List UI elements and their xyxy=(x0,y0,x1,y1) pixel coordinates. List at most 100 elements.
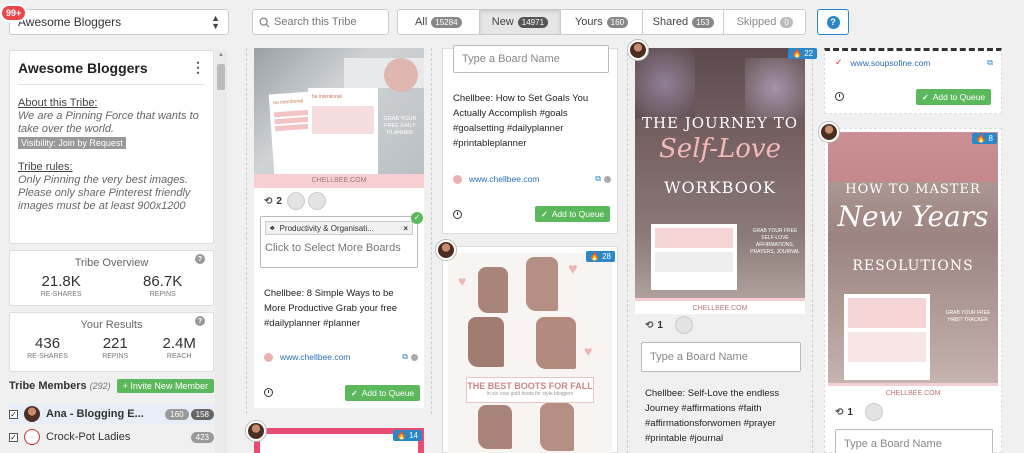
tab-yours[interactable]: Yours 160 xyxy=(561,10,643,34)
info-icon[interactable] xyxy=(604,175,611,183)
board-name-input[interactable]: Type a Board Name xyxy=(835,429,993,453)
pin-card: Type a Board Name Chellbee: How to Set G… xyxy=(442,45,618,234)
tribe-select[interactable]: Awesome Bloggers ▲ ▼ xyxy=(9,9,229,35)
favicon-icon xyxy=(453,174,462,184)
rules-text: Only Pinning the very best images. Pleas… xyxy=(18,174,191,212)
repin-count-badge: 🔥 22 xyxy=(788,48,818,59)
board-selector[interactable]: ♣ Productivity & Organisati... × Click t… xyxy=(260,216,418,268)
source-link[interactable]: www.soupsofine.com xyxy=(851,58,931,68)
favicon-icon: ✓ xyxy=(835,57,843,67)
results-repins: 221 xyxy=(102,335,128,352)
board-icon: ♣ xyxy=(270,224,275,232)
tab-new[interactable]: New 14971 xyxy=(479,10,562,34)
kebab-menu-icon[interactable]: ⋮ xyxy=(191,59,205,76)
pin-image[interactable]: be intentional be intentional GRAB YOUR … xyxy=(254,48,424,188)
tribe-select-value: Awesome Bloggers xyxy=(18,15,122,29)
search-box[interactable] xyxy=(252,9,389,35)
repin-icon: ⟲ xyxy=(835,406,844,418)
pin-image[interactable]: ♥ ♥ ♥ THE BEST BOOTS FOR FALL in six ros… xyxy=(448,253,612,453)
source-link[interactable]: www.chellbee.com xyxy=(280,352,350,362)
tab-all[interactable]: All 15284 xyxy=(398,10,480,34)
avatar xyxy=(24,429,40,445)
member-count-badge: 160 xyxy=(165,408,189,420)
repin-icon: ⟲ xyxy=(264,195,273,207)
pin-image[interactable]: THE JOURNEY TO Self-Love WORKBOOK GRAB Y… xyxy=(635,48,805,314)
board-name-input[interactable]: Type a Board Name xyxy=(453,45,609,73)
filter-tabs: All 15284 New 14971 Yours 160 Shared 153 Ski… xyxy=(397,9,806,35)
pin-card: ✓ www.soupsofine.com ⧉ ✓ Add to Queue xyxy=(824,48,1002,114)
info-icon[interactable] xyxy=(411,353,418,361)
pin-card: be intentional be intentional GRAB YOUR … xyxy=(254,48,424,408)
source-link[interactable]: www.chellbee.com xyxy=(469,174,539,184)
avatar[interactable] xyxy=(246,421,266,441)
avatar xyxy=(24,406,40,422)
results-reach: 2.4M xyxy=(162,335,196,352)
add-to-queue-button[interactable]: ✓ Add to Queue xyxy=(916,89,992,105)
overview-repins: 86.7K xyxy=(143,273,183,290)
repin-stats: ⟲ 1 xyxy=(835,403,883,421)
visibility-badge: Visibility: Join by Request xyxy=(18,137,126,149)
scrollbar-thumb[interactable] xyxy=(217,64,225,90)
results-reshares: 436 xyxy=(35,335,61,352)
avatar[interactable] xyxy=(864,403,883,421)
repin-count-badge: 🔥 8 xyxy=(972,133,997,144)
schedule-icon[interactable] xyxy=(453,210,462,219)
add-to-queue-button[interactable]: ✓ Add to Queue xyxy=(535,206,611,222)
remove-tag-icon[interactable]: × xyxy=(403,224,408,233)
selected-check-icon: ✓ xyxy=(411,212,423,224)
scroll-up-icon[interactable]: ▲ xyxy=(218,52,224,58)
about-text: We are a Pinning Force that wants to tak… xyxy=(18,110,199,135)
member-row[interactable]: ✓ Crock-Pot Ladies 423 xyxy=(9,427,214,447)
pin-image[interactable]: HOW TO MASTER New Years RESOLUTIONS GRAB… xyxy=(828,132,998,398)
member-row[interactable]: ✓ Ana - Blogging E... 160 158 xyxy=(9,404,214,424)
overview-title: Tribe Overview xyxy=(74,257,149,269)
pin-description: Chellbee: Self-Love the endless Journey … xyxy=(645,388,780,444)
repin-icon: ⟲ xyxy=(645,319,654,331)
avatar[interactable] xyxy=(628,40,648,60)
board-tag[interactable]: ♣ Productivity & Organisati... × xyxy=(265,221,413,235)
avatar[interactable] xyxy=(819,122,839,142)
pin-description: Chellbee: 8 Simple Ways to be More Produ… xyxy=(264,288,398,329)
pin-source: www.chellbee.com ⧉ xyxy=(453,174,611,184)
member-checkbox[interactable]: ✓ xyxy=(9,409,18,419)
external-link-icon[interactable]: ⧉ xyxy=(987,58,993,68)
member-checkbox[interactable]: ✓ xyxy=(9,432,18,442)
external-link-icon[interactable]: ⧉ xyxy=(402,352,408,362)
avatar[interactable] xyxy=(436,240,456,260)
help-icon[interactable]: ? xyxy=(195,254,205,264)
about-title: Awesome Bloggers ⋮ xyxy=(18,59,205,85)
tab-skipped[interactable]: Skipped 0 xyxy=(724,10,805,34)
avatar[interactable] xyxy=(286,192,305,210)
members-count: (292) xyxy=(89,381,111,391)
invite-member-button[interactable]: + Invite New Member xyxy=(116,379,214,393)
repin-count-badge: 🔥 28 xyxy=(585,251,615,262)
tab-shared[interactable]: Shared 153 xyxy=(643,10,725,34)
member-count-badge: 423 xyxy=(190,431,214,443)
pin-source: ✓ www.soupsofine.com ⧉ xyxy=(835,57,993,68)
schedule-icon[interactable] xyxy=(835,92,844,101)
question-icon: ? xyxy=(826,15,840,29)
repin-count-badge: 🔥 14 xyxy=(392,430,422,441)
schedule-icon[interactable] xyxy=(264,388,273,397)
search-icon xyxy=(259,16,270,28)
tribe-overview-panel: ? Tribe Overview 21.8K RE-SHARES 86.7K REP… xyxy=(9,250,214,306)
help-icon[interactable]: ? xyxy=(195,316,205,326)
pin-card: 🔥 14 xyxy=(254,428,424,453)
avatar[interactable] xyxy=(307,192,326,210)
board-name-input[interactable]: Type a Board Name xyxy=(641,342,801,372)
external-link-icon[interactable]: ⧉ xyxy=(595,174,601,184)
favicon-icon xyxy=(264,352,273,362)
overview-reshares: 21.8K xyxy=(41,273,81,290)
pin-card: HOW TO MASTER New Years RESOLUTIONS GRAB… xyxy=(824,128,1002,453)
pin-description: Chellbee: How to Set Goals You Actually … xyxy=(453,93,589,149)
results-title: Your Results xyxy=(80,319,143,331)
pin-card: THE JOURNEY TO Self-Love WORKBOOK GRAB Y… xyxy=(635,48,805,453)
rules-heading: Tribe rules: xyxy=(18,161,73,173)
help-button[interactable]: ? xyxy=(817,9,849,35)
select-arrows-icon: ▲ ▼ xyxy=(211,13,220,31)
avatar[interactable] xyxy=(674,316,693,334)
notification-badge[interactable]: 99+ xyxy=(0,4,28,22)
members-header: Tribe Members (292) + Invite New Member xyxy=(9,379,219,393)
search-input[interactable] xyxy=(274,16,374,28)
add-to-queue-button[interactable]: ✓ Add to Queue xyxy=(345,385,421,401)
